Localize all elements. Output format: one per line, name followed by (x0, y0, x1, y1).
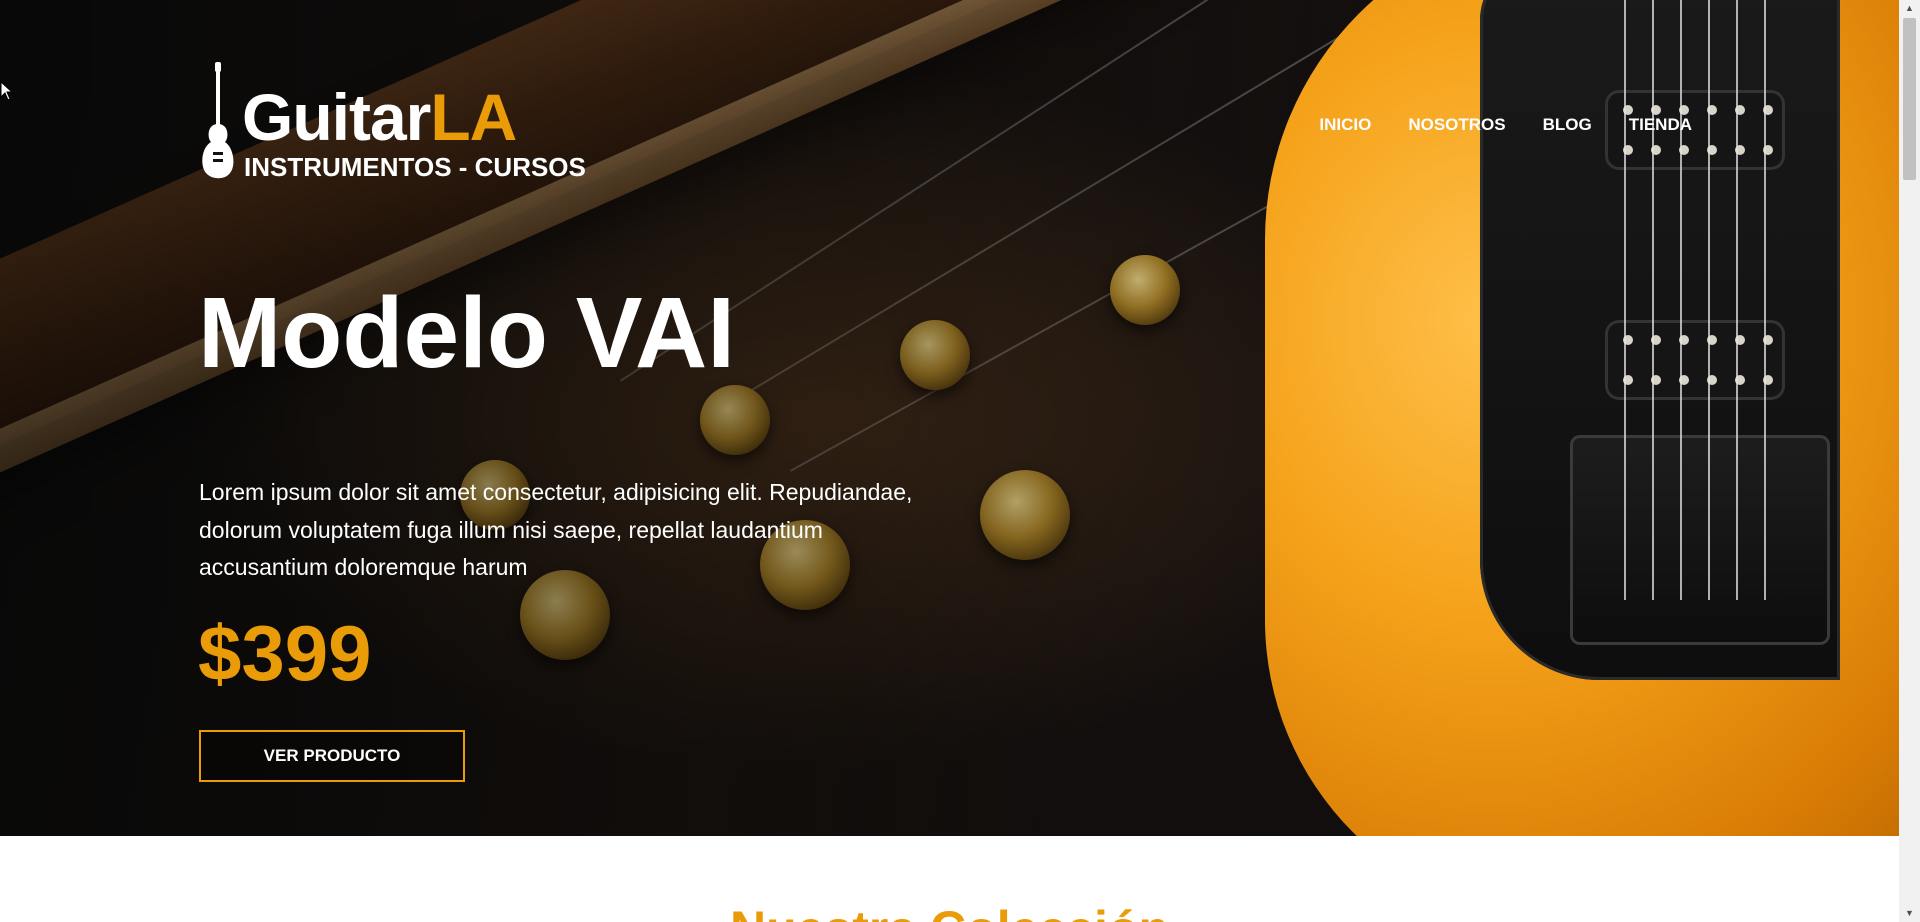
guitar-string (1736, 0, 1738, 600)
nav-link-inicio[interactable]: INICIO (1319, 113, 1371, 137)
logo-brand-main: Guitar (242, 80, 431, 154)
hero-price: $399 (198, 609, 372, 697)
scrollbar-thumb[interactable] (1903, 18, 1916, 180)
guitar-pickup (1605, 320, 1785, 400)
page-scrollbar[interactable]: ▲ ▼ (1899, 0, 1920, 922)
guitar-string (1652, 0, 1654, 600)
view-product-button[interactable]: VER PRODUCTO (199, 730, 465, 782)
hero-section: GuitarLA INSTRUMENTOS - CURSOS INICIO NO… (0, 0, 1899, 836)
logo-tagline: INSTRUMENTOS - CURSOS (244, 152, 586, 182)
collection-section-title: Nuestra Colección (0, 904, 1899, 922)
arrow-down-icon[interactable]: ▼ (1899, 905, 1920, 922)
mouse-cursor-icon (0, 81, 14, 101)
guitar-string (1708, 0, 1710, 600)
guitar-string (1764, 0, 1766, 600)
main-nav: INICIO NOSOTROS BLOG TIENDA (1319, 113, 1692, 137)
site-logo[interactable]: GuitarLA INSTRUMENTOS - CURSOS (198, 62, 586, 184)
guitar-string (1680, 0, 1682, 600)
guitar-icon (202, 62, 234, 179)
nav-link-tienda[interactable]: TIENDA (1629, 113, 1692, 137)
hero-title: Modelo VAI (198, 277, 736, 389)
nav-link-nosotros[interactable]: NOSOTROS (1408, 113, 1505, 137)
guitar-bridge (1570, 435, 1830, 645)
logo-brand-accent: LA (430, 80, 517, 154)
page: GuitarLA INSTRUMENTOS - CURSOS INICIO NO… (0, 0, 1899, 922)
logo-wordmark: GuitarLA (242, 84, 517, 150)
arrow-up-icon[interactable]: ▲ (1899, 0, 1920, 17)
nav-link-blog[interactable]: BLOG (1543, 113, 1592, 137)
hero-description: Lorem ipsum dolor sit amet consectetur, … (199, 479, 913, 580)
guitar-string (1624, 0, 1626, 600)
